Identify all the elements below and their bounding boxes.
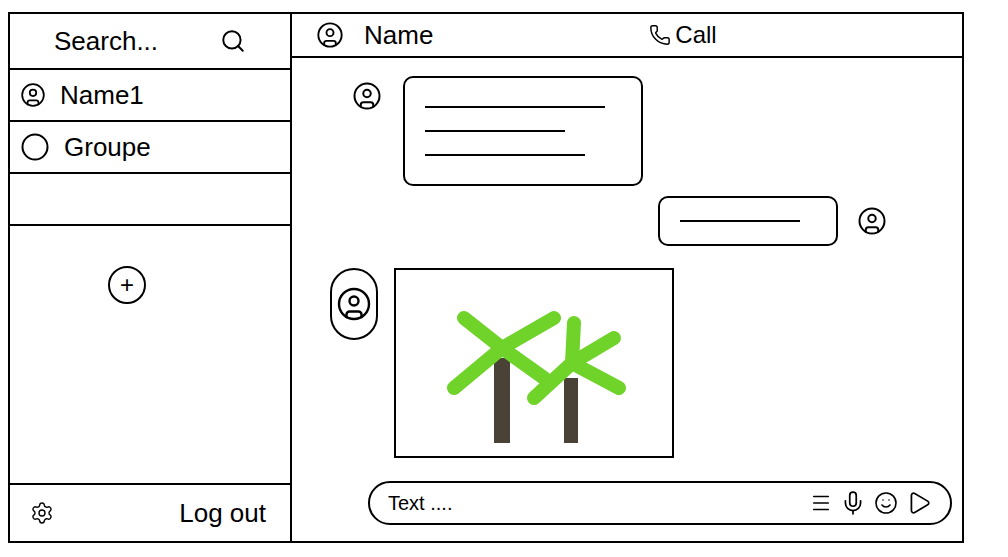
- message-row: [292, 76, 962, 186]
- palm-trees-icon: [424, 278, 644, 448]
- avatar-icon: [316, 21, 344, 49]
- composer-row: [292, 481, 962, 541]
- message-bubble: [403, 76, 643, 186]
- message-row: [292, 196, 962, 246]
- composer: [368, 481, 952, 525]
- menu-icon[interactable]: [810, 492, 832, 514]
- sidebar-item[interactable]: Name1: [10, 70, 290, 122]
- message-line: [425, 130, 565, 132]
- chat-name: Name: [364, 16, 433, 55]
- chat-header: Name Call: [292, 14, 962, 58]
- gear-icon[interactable]: [30, 501, 54, 525]
- add-button[interactable]: +: [108, 266, 146, 304]
- smiley-icon[interactable]: [874, 491, 898, 515]
- chat-panel: Name Call: [292, 14, 962, 541]
- message-row: [292, 268, 962, 458]
- group-icon: [20, 132, 50, 162]
- logout-button[interactable]: Log out: [179, 494, 270, 533]
- avatar-icon: [852, 201, 892, 241]
- message-line: [680, 220, 800, 222]
- message-input[interactable]: [388, 488, 802, 518]
- message-bubble: [658, 196, 838, 246]
- avatar-icon: [20, 82, 46, 108]
- sidebar-empty-row: [10, 174, 290, 226]
- avatar-icon: [330, 268, 378, 340]
- search-icon[interactable]: [220, 28, 246, 54]
- sidebar-body: +: [10, 226, 290, 483]
- sidebar-footer: Log out: [10, 483, 290, 541]
- microphone-icon[interactable]: [840, 490, 866, 516]
- window: Name1Groupe + Log out Name Call: [8, 12, 964, 543]
- phone-icon: [649, 24, 671, 46]
- avatar-icon: [347, 76, 387, 116]
- sidebar-item[interactable]: Groupe: [10, 122, 290, 174]
- app: Name1Groupe + Log out Name Call: [0, 0, 1008, 557]
- call-button[interactable]: Call: [649, 17, 716, 53]
- search-input[interactable]: [54, 22, 212, 61]
- message-line: [425, 154, 585, 156]
- search-bar: [10, 14, 290, 70]
- message-image: [394, 268, 674, 458]
- send-icon[interactable]: [906, 490, 932, 516]
- message-line: [425, 106, 605, 108]
- sidebar: Name1Groupe + Log out: [10, 14, 292, 541]
- message-list: [292, 58, 962, 481]
